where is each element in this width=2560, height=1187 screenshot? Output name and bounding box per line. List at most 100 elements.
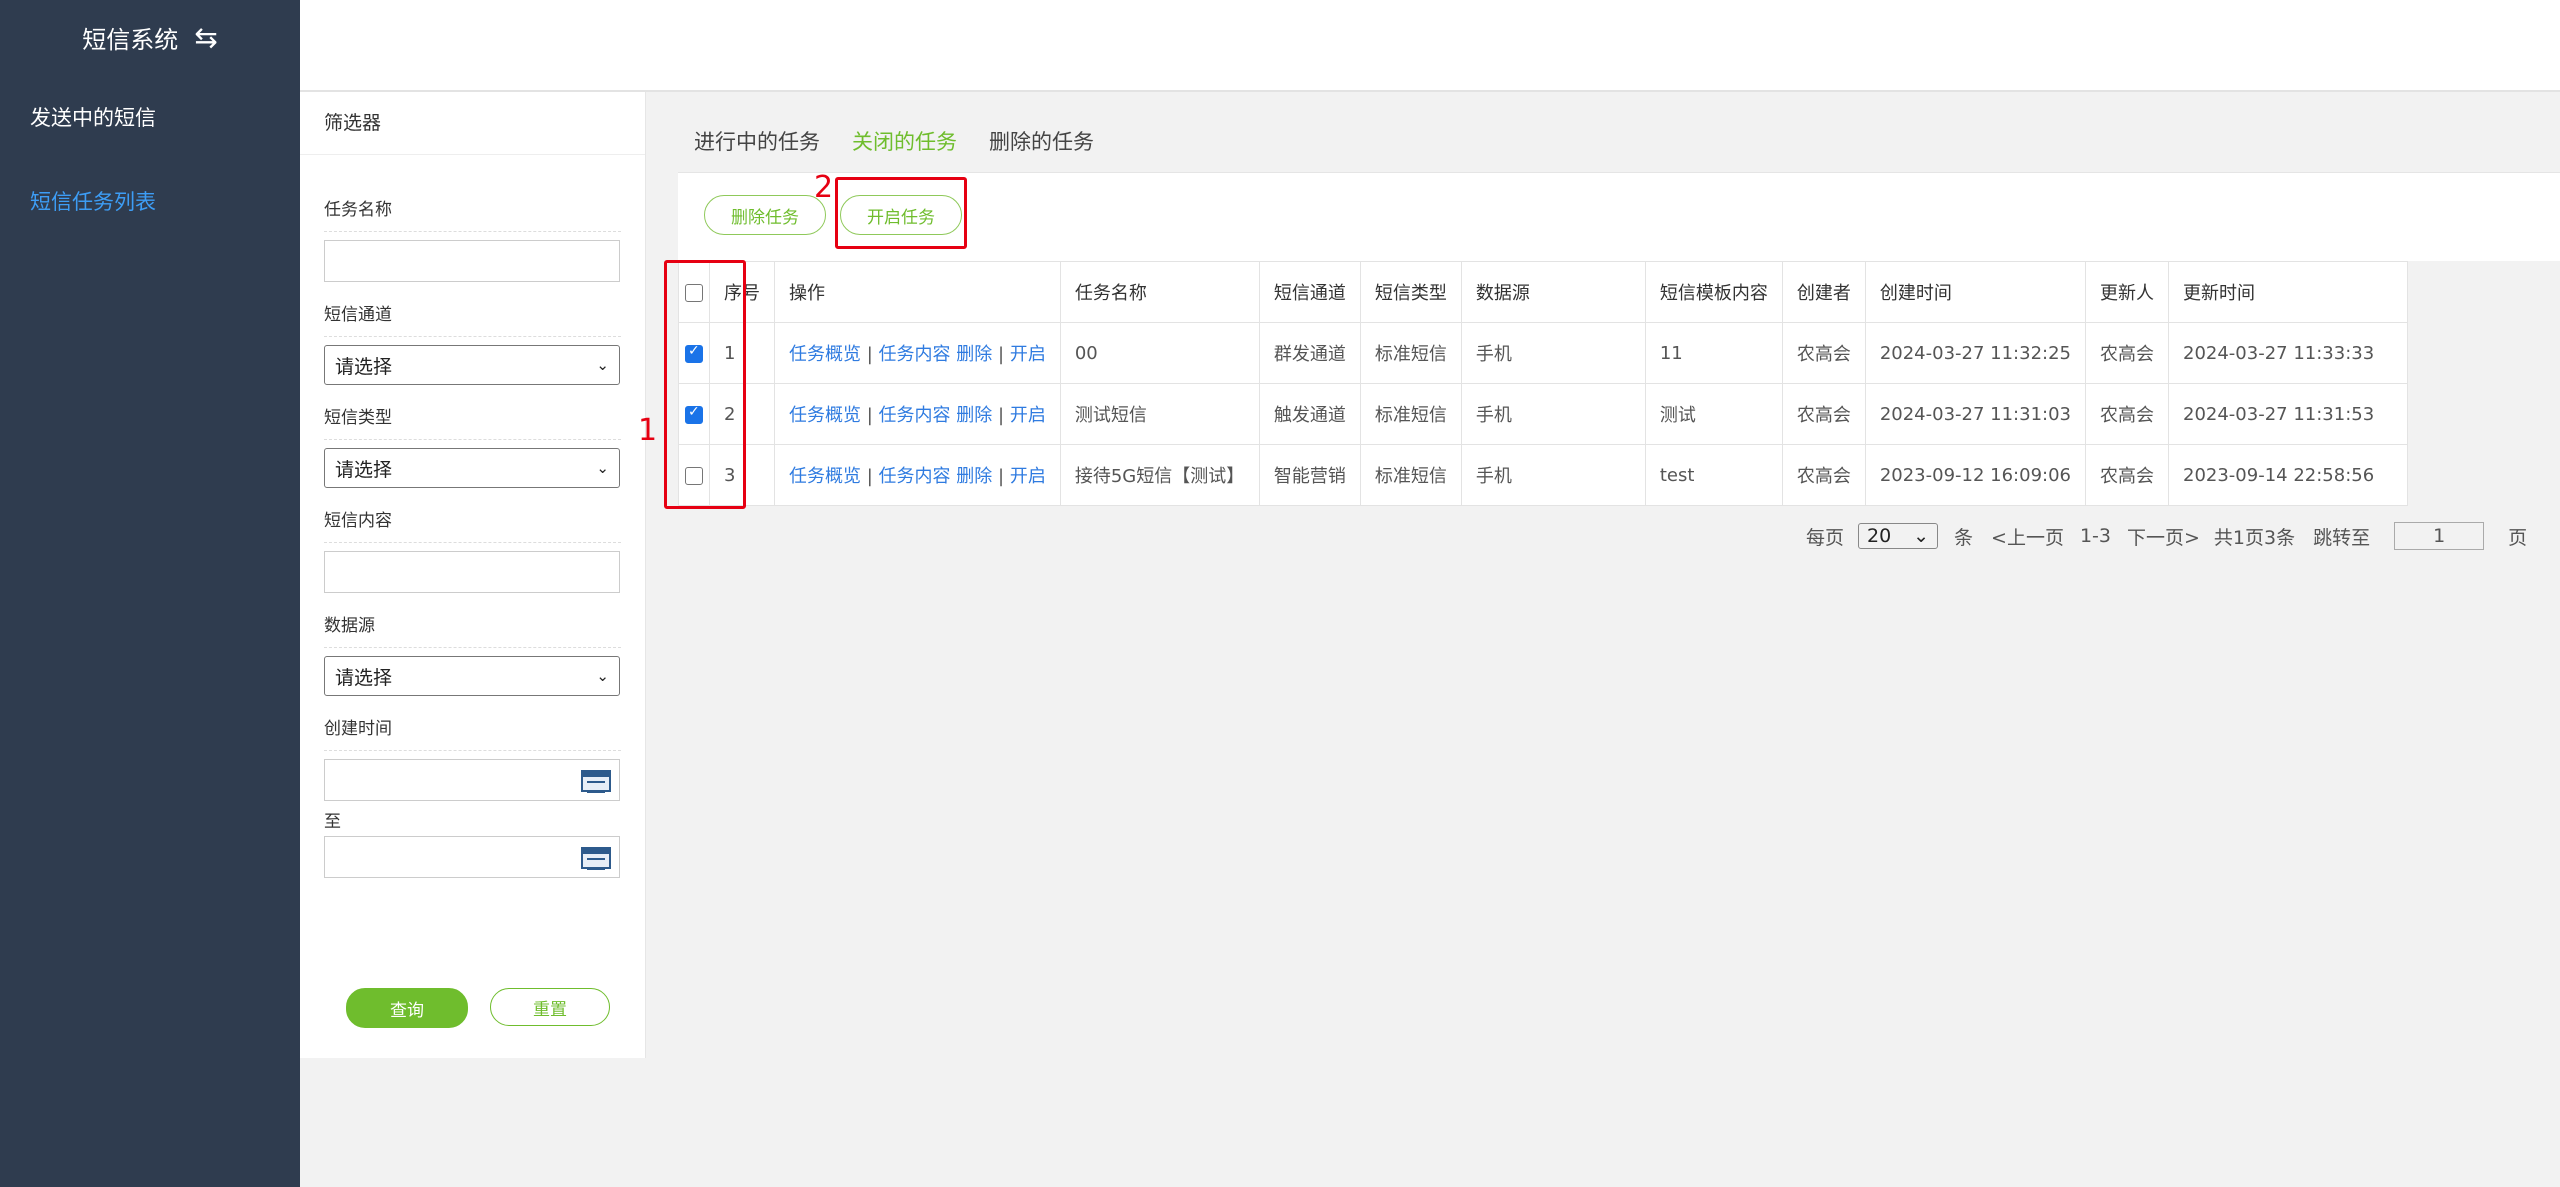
action-separator: |: [866, 344, 873, 365]
row-updated: 2024-03-27 11:31:53: [2168, 383, 2408, 445]
row-created: 2023-09-12 16:09:06: [1864, 444, 2087, 506]
overview-link[interactable]: 任务概览: [789, 466, 861, 487]
filter-panel: 筛选器 任务名称 短信通道 请选择 ⌄ 短信类型 请选择 ⌄ 短信内容 数据源 …: [300, 92, 646, 1058]
tab-running[interactable]: 进行中的任务: [678, 112, 836, 172]
created-start-input[interactable]: [324, 759, 620, 801]
row-updater: 农高会: [2085, 322, 2169, 384]
switch-icon[interactable]: ⇆: [194, 21, 217, 54]
col-header: 任务名称: [1059, 261, 1260, 323]
content-link[interactable]: 任务内容: [879, 466, 951, 487]
delete-link[interactable]: 删除: [956, 405, 992, 426]
sidebar-item-label: 发送中的短信: [30, 106, 156, 130]
chevron-down-icon: ⌄: [596, 459, 609, 477]
chevron-down-icon: ⌄: [596, 356, 609, 374]
col-header: 短信通道: [1258, 261, 1361, 323]
jump-page-input[interactable]: 1: [2394, 522, 2485, 550]
type-select[interactable]: 请选择 ⌄: [324, 448, 620, 488]
per-page-value: 20: [1867, 525, 1892, 547]
page-unit: 页: [2508, 526, 2528, 549]
row-type: 标准短信: [1359, 383, 1462, 445]
jump-page-value: 1: [2433, 525, 2446, 547]
row-creator: 农高会: [1781, 322, 1866, 384]
row-channel: 智能营销: [1258, 444, 1361, 506]
overview-link[interactable]: 任务概览: [789, 344, 861, 365]
to-label: 至: [324, 812, 341, 832]
sidebar-item-label: 短信任务列表: [30, 190, 156, 214]
row-actions: 任务概览 | 任务内容 删除 | 开启: [774, 322, 1061, 384]
task-name-input[interactable]: [324, 240, 620, 282]
row-updated: 2024-03-27 11:33:33: [2168, 322, 2408, 384]
content-link[interactable]: 任务内容: [879, 405, 951, 426]
query-button[interactable]: 查询: [346, 988, 468, 1028]
table-header-row: 序号 操作 任务名称 短信通道 短信类型 数据源 短信模板内容 创建者 创建时间…: [678, 261, 2408, 323]
row-template: 11: [1644, 322, 1783, 384]
content-link[interactable]: 任务内容: [879, 344, 951, 365]
table-row: 1 任务概览 | 任务内容 删除 | 开启 00 群发通道 标准短信 手机 11…: [678, 322, 2408, 384]
app-title: 短信系统: [82, 26, 179, 54]
delete-link[interactable]: 删除: [956, 344, 992, 365]
tab-deleted[interactable]: 删除的任务: [973, 112, 1110, 172]
annotation-box-checkboxes: [664, 260, 746, 509]
open-link[interactable]: 开启: [1010, 344, 1046, 365]
row-updater: 农高会: [2085, 383, 2169, 445]
per-page-select[interactable]: 20 ⌄: [1858, 523, 1939, 549]
calendar-icon[interactable]: [581, 770, 611, 793]
row-creator: 农高会: [1781, 383, 1866, 445]
content-input[interactable]: [324, 551, 620, 593]
per-page-label: 每页: [1806, 526, 1845, 549]
row-created: 2024-03-27 11:32:25: [1864, 322, 2087, 384]
delete-link[interactable]: 删除: [956, 466, 992, 487]
tab-closed[interactable]: 关闭的任务: [836, 112, 973, 175]
next-page-link[interactable]: 下一页>: [2127, 523, 2200, 550]
col-header: 短信模板内容: [1644, 261, 1783, 323]
row-name: 测试短信: [1059, 383, 1260, 445]
delete-task-button[interactable]: 删除任务: [704, 195, 826, 235]
filter-title: 筛选器: [300, 92, 645, 155]
row-actions: 任务概览 | 任务内容 删除 | 开启: [774, 444, 1061, 506]
col-header: 更新时间: [2168, 261, 2408, 323]
row-template: test: [1644, 444, 1783, 506]
datasource-label: 数据源: [324, 613, 621, 648]
sidebar-item-sending-sms[interactable]: 发送中的短信: [0, 75, 300, 159]
pagination: 每页 20 ⌄ 条 <上一页 1-3 下一页> 共1页3条 跳转至 1 页: [1806, 522, 2527, 550]
row-updater: 农高会: [2085, 444, 2169, 506]
task-table: 序号 操作 任务名称 短信通道 短信类型 数据源 短信模板内容 创建者 创建时间…: [678, 261, 2408, 506]
calendar-icon[interactable]: [581, 847, 611, 870]
datasource-select[interactable]: 请选择 ⌄: [324, 656, 620, 696]
channel-select-value: 请选择: [335, 355, 393, 378]
col-header: 操作: [774, 261, 1061, 323]
filter-buttons: 查询 重置: [346, 988, 610, 1028]
chevron-down-icon: ⌄: [596, 667, 609, 685]
row-source: 手机: [1460, 444, 1646, 506]
created-end-input[interactable]: [324, 836, 620, 878]
table-row: 2 任务概览 | 任务内容 删除 | 开启 测试短信 触发通道 标准短信 手机 …: [678, 383, 2408, 445]
action-separator: |: [866, 405, 873, 426]
annotation-number-1: 1: [638, 413, 658, 448]
top-header: [300, 0, 2560, 92]
col-header: 更新人: [2085, 261, 2169, 323]
jump-label: 跳转至: [2313, 526, 2371, 549]
action-separator: |: [998, 405, 1005, 426]
overview-link[interactable]: 任务概览: [789, 405, 861, 426]
task-name-label: 任务名称: [324, 197, 621, 232]
action-separator: |: [998, 344, 1005, 365]
channel-label: 短信通道: [324, 302, 621, 337]
page-range: 1-3: [2079, 525, 2111, 547]
row-type: 标准短信: [1359, 444, 1462, 506]
open-link[interactable]: 开启: [1010, 405, 1046, 426]
row-name: 00: [1059, 322, 1260, 384]
main-content: 进行中的任务 关闭的任务 删除的任务 删除任务 开启任务 序号 操作 任务名称 …: [660, 92, 2560, 593]
col-header: 短信类型: [1359, 261, 1462, 323]
annotation-number-2: 2: [814, 170, 834, 205]
sidebar-item-task-list[interactable]: 短信任务列表: [0, 159, 300, 243]
row-channel: 触发通道: [1258, 383, 1361, 445]
type-label: 短信类型: [324, 405, 621, 440]
open-link[interactable]: 开启: [1010, 466, 1046, 487]
prev-page-link[interactable]: <上一页: [1991, 523, 2064, 550]
datasource-select-value: 请选择: [335, 666, 393, 689]
page-total: 共1页3条: [2213, 526, 2296, 549]
col-header: 创建者: [1781, 261, 1866, 323]
reset-button[interactable]: 重置: [490, 988, 610, 1026]
channel-select[interactable]: 请选择 ⌄: [324, 345, 620, 385]
annotation-box-open-button: [835, 177, 967, 249]
